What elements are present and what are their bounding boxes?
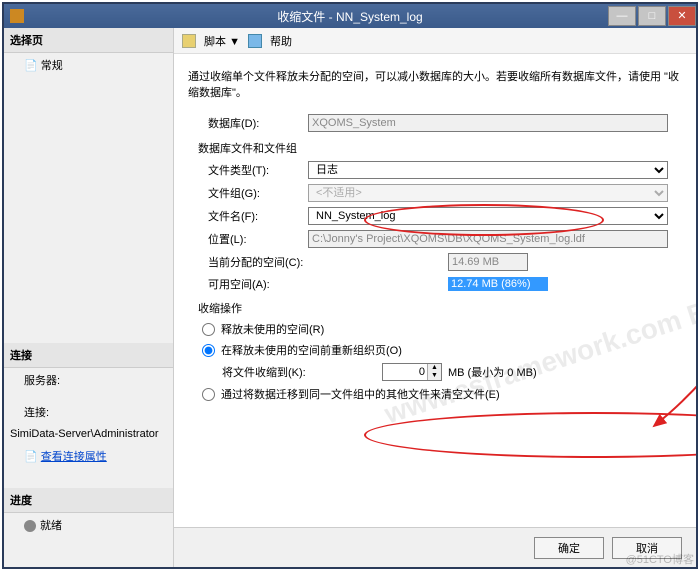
database-field: [308, 114, 668, 132]
titlebar[interactable]: 收缩文件 - NN_System_log — □ ✕: [4, 4, 696, 28]
filename-select[interactable]: NN_System_log: [308, 207, 668, 225]
footer: 确定 取消: [174, 527, 696, 567]
migrate-radio[interactable]: [202, 388, 215, 401]
sidebar-select-page: 选择页: [4, 28, 173, 53]
connection-value: SimiData-Server\Administrator: [4, 424, 173, 444]
help-button[interactable]: 帮助: [270, 33, 292, 49]
window-title: 收缩文件 - NN_System_log: [277, 8, 422, 25]
maximize-button[interactable]: □: [638, 6, 666, 26]
server-value: [4, 392, 173, 400]
progress-icon: [24, 520, 36, 532]
dialog-window: 收缩文件 - NN_System_log — □ ✕ 选择页 📄 常规 连接 服…: [2, 2, 698, 569]
reorganize-radio[interactable]: [202, 344, 215, 357]
sidebar: 选择页 📄 常规 连接 服务器: 连接: SimiData-Server\Adm…: [4, 28, 174, 567]
main-panel: 脚本 ▼ 帮助 通过收缩单个文件释放未分配的空间，可以减小数据库的大小。若要收缩…: [174, 28, 696, 567]
database-label: 数据库(D):: [188, 115, 308, 131]
shrink-to-label: 将文件收缩到(K):: [222, 364, 382, 380]
description-text: 通过收缩单个文件释放未分配的空间，可以减小数据库的大小。若要收缩所有数据库文件，…: [188, 68, 682, 100]
sidebar-progress-header: 进度: [4, 488, 173, 513]
location-label: 位置(L):: [188, 231, 308, 247]
toolbar: 脚本 ▼ 帮助: [174, 28, 696, 54]
reorganize-label: 在释放未使用的空间前重新组织页(O): [221, 342, 402, 358]
connection-label: 连接:: [4, 400, 173, 424]
available-label: 可用空间(A):: [188, 276, 308, 292]
progress-ready: 就绪: [4, 513, 173, 537]
ok-button[interactable]: 确定: [534, 537, 604, 559]
filename-label: 文件名(F):: [188, 208, 308, 224]
shrink-to-suffix: MB (最小为 0 MB): [448, 364, 537, 380]
view-connection-link[interactable]: 📄 查看连接属性: [4, 444, 173, 468]
filegroup-select: <不适用>: [308, 184, 668, 202]
spinner-up-icon[interactable]: ▲: [427, 364, 441, 372]
help-icon: [248, 34, 262, 48]
minimize-button[interactable]: —: [608, 6, 636, 26]
script-button[interactable]: 脚本 ▼: [204, 33, 240, 49]
chevron-down-icon: ▼: [229, 36, 240, 48]
filegroup-label: 文件组(G):: [188, 185, 308, 201]
allocated-label: 当前分配的空间(C):: [188, 254, 308, 270]
annotation-ellipse-2: [364, 412, 696, 458]
shrink-to-spinner[interactable]: ▲▼: [382, 363, 442, 381]
sidebar-item-general[interactable]: 📄 常规: [4, 53, 173, 77]
location-field: [308, 230, 668, 248]
close-button[interactable]: ✕: [668, 6, 696, 26]
file-type-label: 文件类型(T):: [188, 162, 308, 178]
available-value: 12.74 MB (86%): [448, 277, 548, 291]
allocated-field: [448, 253, 528, 271]
shrink-to-input[interactable]: [383, 364, 427, 380]
migrate-label: 通过将数据迁移到同一文件组中的其他文件来清空文件(E): [221, 386, 500, 402]
sidebar-connection-header: 连接: [4, 343, 173, 368]
server-label: 服务器:: [4, 368, 173, 392]
script-icon: [182, 34, 196, 48]
spinner-down-icon[interactable]: ▼: [427, 372, 441, 380]
content-area: 通过收缩单个文件释放未分配的空间，可以减小数据库的大小。若要收缩所有数据库文件，…: [174, 54, 696, 527]
shrink-group-label: 收缩操作: [198, 300, 682, 316]
release-label: 释放未使用的空间(R): [221, 321, 324, 337]
files-group-label: 数据库文件和文件组: [198, 140, 682, 156]
app-icon: [10, 9, 24, 23]
corner-watermark: @51CTO博客: [626, 551, 694, 567]
release-radio[interactable]: [202, 323, 215, 336]
file-type-select[interactable]: 日志: [308, 161, 668, 179]
